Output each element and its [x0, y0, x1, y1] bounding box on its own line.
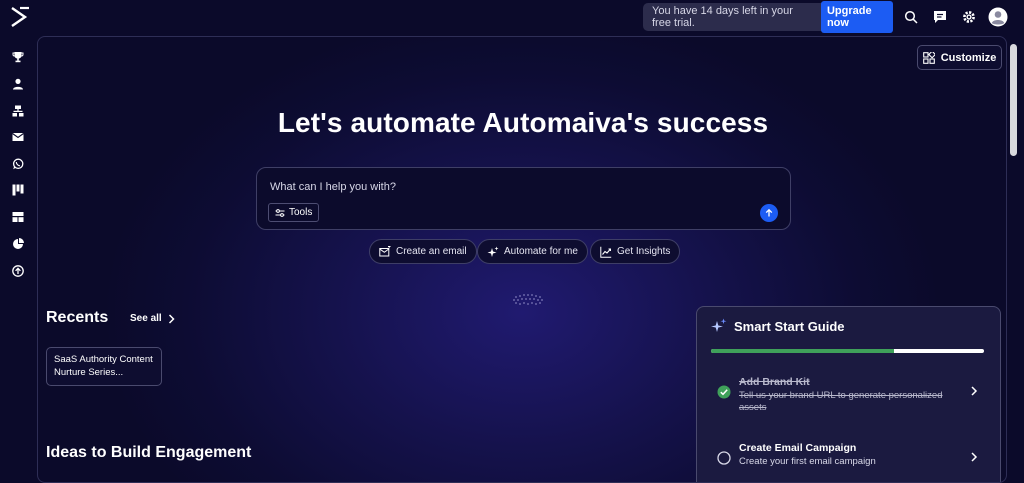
guide-progress-fill [711, 349, 894, 353]
task-create-email-campaign[interactable]: Create Email Campaign Create your first … [711, 442, 986, 472]
empty-circle-icon [717, 451, 731, 465]
chip-label: Get Insights [617, 246, 671, 257]
task-title: Add Brand Kit [739, 376, 810, 388]
trial-text: You have 14 days left in your free trial… [652, 5, 793, 29]
main-panel: Customize Let's automate Automaiva's suc… [37, 36, 1007, 483]
tools-label: Tools [289, 207, 313, 218]
chip-automate[interactable]: Automate for me [477, 239, 588, 264]
chip-create-email[interactable]: Create an email [369, 239, 477, 264]
upload-icon[interactable] [10, 263, 26, 279]
check-circle-icon [717, 385, 731, 399]
recent-item-title: SaaS Authority Content Nurture Series... [54, 354, 153, 378]
chip-insights[interactable]: Get Insights [590, 239, 681, 264]
task-title: Create Email Campaign [739, 442, 857, 454]
customize-label: Customize [940, 51, 997, 64]
customize-button[interactable]: Customize [917, 45, 1002, 70]
see-all-link[interactable]: See all [130, 313, 175, 324]
see-all-label: See all [130, 313, 162, 324]
recents-title: Recents [46, 309, 109, 326]
avatar-icon[interactable] [988, 7, 1008, 27]
whatsapp-icon[interactable] [10, 156, 26, 172]
trophy-icon[interactable] [10, 49, 26, 65]
chevron-right-icon [971, 386, 978, 396]
org-chart-icon[interactable] [10, 103, 26, 119]
chip-label: Create an email [396, 246, 467, 257]
guide-title: Smart Start Guide [734, 319, 845, 334]
gear-icon[interactable] [960, 8, 978, 26]
tools-button[interactable]: Tools [268, 203, 320, 222]
smart-start-guide: Smart Start Guide Add Brand Kit Tell us … [696, 306, 1001, 482]
chevron-right-icon [168, 313, 175, 324]
app-window: You have 14 days left in your free trial… [0, 0, 1024, 483]
arrow-up-icon [765, 208, 773, 217]
task-desc: Tell us your brand URL to generate perso… [739, 390, 943, 413]
upgrade-button[interactable]: Upgrade now [820, 1, 893, 33]
person-icon[interactable] [10, 76, 26, 92]
sparkle-icon [487, 246, 499, 257]
logo-icon[interactable] [9, 6, 31, 28]
chip-label: Automate for me [504, 246, 578, 257]
compose-mail-icon [379, 245, 391, 256]
sparkle-icon [711, 318, 727, 332]
prompt-box: Tools [256, 167, 791, 230]
hero-title: Let's automate Automaiva's success [277, 107, 769, 138]
kanban-icon[interactable] [10, 182, 26, 198]
task-add-brand-kit[interactable]: Add Brand Kit Tell us your brand URL to … [711, 376, 986, 416]
search-icon[interactable] [902, 8, 920, 26]
guide-progress-bar [711, 349, 984, 353]
loading-dots-icon [513, 294, 543, 305]
trend-icon [600, 246, 612, 258]
widgets-icon [922, 51, 935, 64]
scrollbar-thumb[interactable] [1010, 44, 1017, 156]
mail-icon[interactable] [10, 129, 26, 145]
chat-icon[interactable] [931, 8, 949, 26]
pie-chart-icon[interactable] [10, 236, 26, 252]
trial-banner: You have 14 days left in your free trial… [643, 1, 893, 33]
task-desc: Create your first email campaign [739, 456, 876, 467]
chevron-right-icon [971, 452, 978, 462]
template-icon[interactable] [10, 209, 26, 225]
recent-item[interactable]: SaaS Authority Content Nurture Series... [46, 347, 162, 386]
ideas-title: Ideas to Build Engagement [46, 444, 252, 461]
send-button[interactable] [760, 204, 778, 222]
sliders-icon [275, 208, 285, 217]
prompt-input[interactable] [270, 181, 730, 193]
